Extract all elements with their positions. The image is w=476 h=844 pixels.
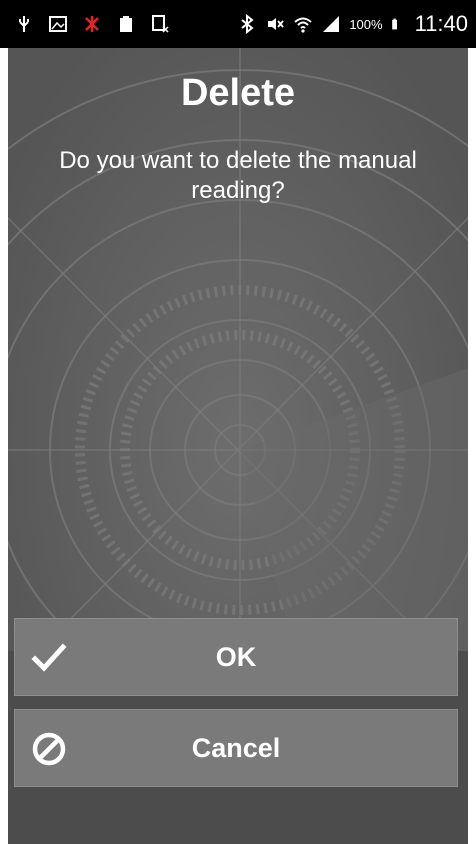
status-bar-system: 100% 11:40 [237,11,468,37]
cancel-button[interactable]: Cancel [14,709,458,787]
dialog-title: Delete [180,72,296,114]
clipboard-icon [152,15,169,33]
clock: 11:40 [414,11,468,36]
signal-icon [323,16,340,32]
battery-icon [391,18,397,30]
cancel-button-label: Cancel [191,732,281,763]
bluetooth-icon [241,14,254,34]
no-signal-icon [85,16,99,32]
mute-icon [268,18,285,30]
ok-button-label: OK [215,641,257,672]
usb-icon [19,16,29,32]
ok-button[interactable]: OK [14,618,458,696]
battery-small-icon [120,16,132,32]
phone-screen: 100% 11:40 Delete Do you want to delete … [0,0,476,844]
status-bar: 100% 11:40 [0,0,476,48]
image-icon [49,16,67,32]
cancel-circle-icon [32,732,66,766]
checkmark-icon [31,643,67,672]
dialog-message: Do you want to delete the manual reading… [59,147,417,204]
status-bar-notifications [14,14,170,34]
wifi-icon [294,17,312,33]
battery-percent: 100% [349,16,383,32]
